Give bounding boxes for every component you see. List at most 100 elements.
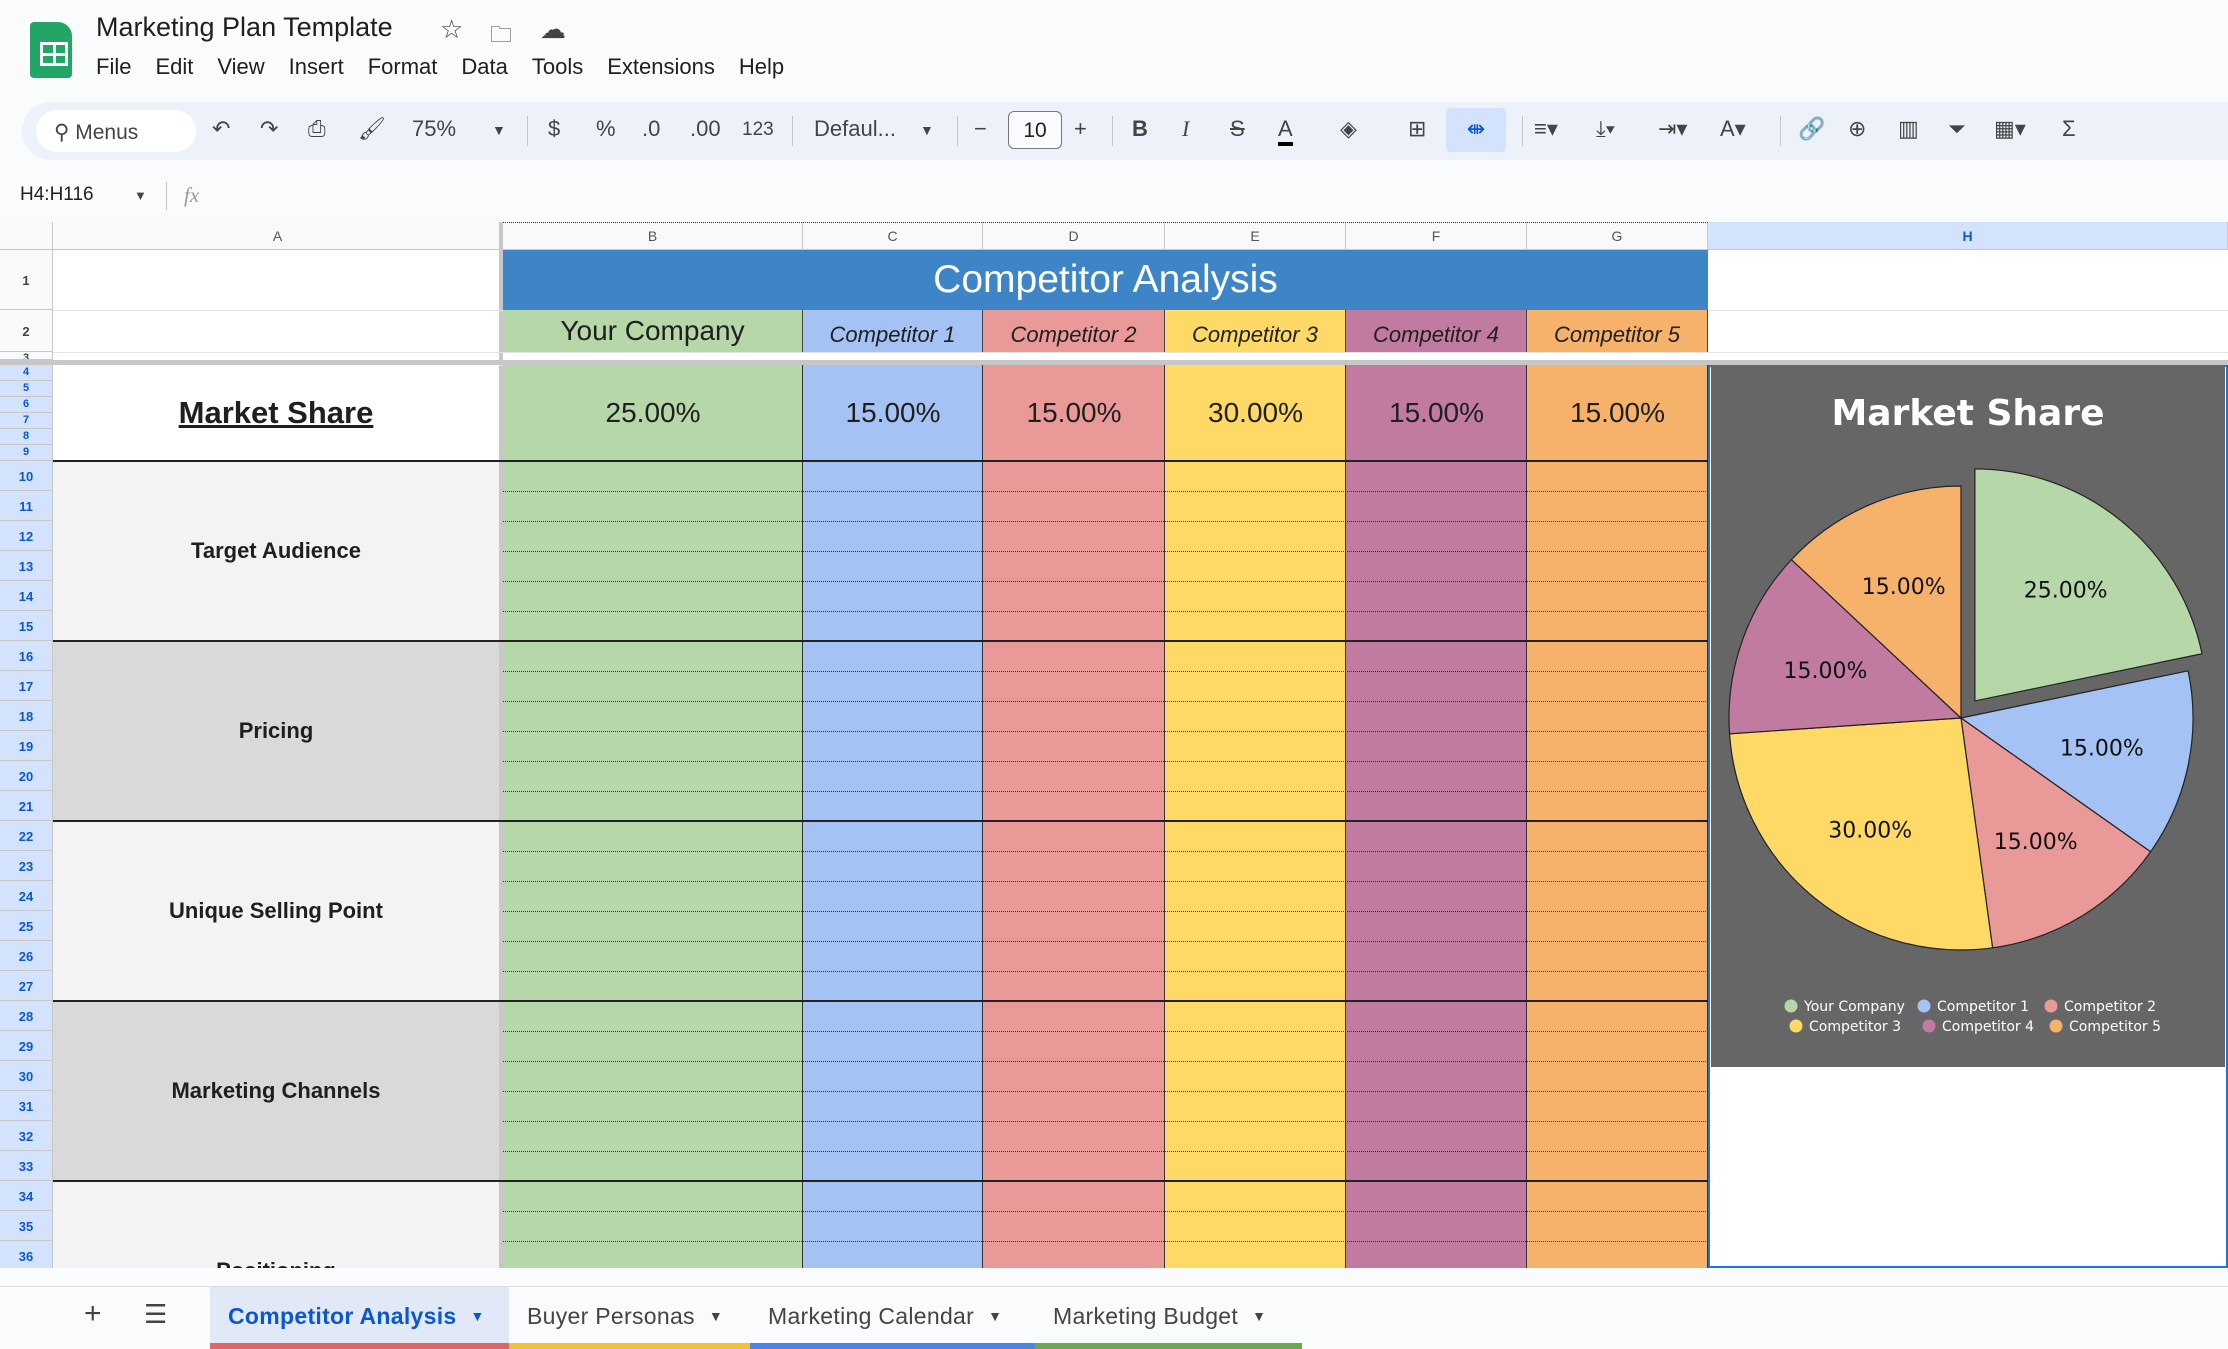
sheet-tab-marketing-budget[interactable]: Marketing Budget ▼ [1035, 1287, 1302, 1349]
name-box[interactable]: H4:H116 [20, 184, 94, 206]
insert-link-icon[interactable]: 🔗 [1798, 116, 1825, 146]
search-menus-button[interactable]: ⚲ Menus [36, 110, 196, 152]
font-size-input[interactable]: 10 [1008, 111, 1062, 149]
menu-file[interactable]: File [96, 54, 143, 80]
menu-edit[interactable]: Edit [155, 54, 205, 80]
column-header-f[interactable]: F [1346, 222, 1527, 250]
menu-help[interactable]: Help [739, 54, 796, 80]
menu-extensions[interactable]: Extensions [607, 54, 727, 80]
move-folder-icon[interactable]: 🗀 [490, 18, 512, 56]
number-format-button[interactable]: 123 [742, 119, 774, 149]
row-header-18[interactable]: 18 [0, 701, 53, 731]
row-header-21[interactable]: 21 [0, 791, 53, 821]
document-title[interactable]: Marketing Plan Template [96, 12, 393, 43]
legend-label[interactable]: Competitor 2 [2064, 999, 2156, 1015]
menu-insert[interactable]: Insert [289, 54, 356, 80]
legend-label[interactable]: Competitor 5 [2069, 1019, 2161, 1035]
company-name-cell[interactable]: Competitor 3 [1165, 310, 1346, 352]
filter-icon[interactable]: ⏷ [1948, 116, 1966, 146]
section-label-marketing-channels[interactable]: Marketing Channels [53, 1001, 499, 1181]
market-share-value[interactable]: 15.00% [1346, 365, 1527, 461]
row-header-11[interactable]: 11 [0, 491, 53, 521]
market-share-value[interactable]: 25.00% [503, 365, 803, 461]
market-share-value[interactable]: 15.00% [803, 365, 983, 461]
market-share-value[interactable]: 15.00% [1527, 365, 1708, 461]
row-header-15[interactable]: 15 [0, 611, 53, 641]
decrease-font-size-icon[interactable]: − [974, 116, 987, 146]
market-share-value[interactable]: 30.00% [1165, 365, 1346, 461]
merge-cells-icon[interactable]: ⇼ [1446, 108, 1506, 152]
insert-comment-icon[interactable]: ⊕ [1848, 116, 1866, 146]
row-header-30[interactable]: 30 [0, 1061, 53, 1091]
select-all-corner[interactable] [0, 222, 53, 250]
row-header-8[interactable]: 8 [0, 429, 53, 445]
sheet-tab-marketing-calendar[interactable]: Marketing Calendar ▼ [750, 1287, 1035, 1349]
legend-label[interactable]: Your Company [1803, 999, 1905, 1015]
italic-icon[interactable]: I [1182, 116, 1189, 146]
section-label-pricing[interactable]: Pricing [53, 641, 499, 821]
row-header-32[interactable]: 32 [0, 1121, 53, 1151]
row-header-26[interactable]: 26 [0, 941, 53, 971]
row-header-5[interactable]: 5 [0, 381, 53, 397]
market-share-chart[interactable]: Market Share 25.00% 15.00% 15.00% 30.00% 15.0… [1711, 365, 2225, 1067]
horizontal-align-icon[interactable]: ≡▾ [1534, 116, 1558, 146]
insert-chart-icon[interactable]: ▥ [1898, 116, 1919, 146]
fill-color-icon[interactable]: ◈ [1340, 116, 1357, 146]
row-header-1[interactable]: 1 [0, 250, 53, 310]
column-header-h[interactable]: H [1708, 222, 2228, 250]
column-header-b[interactable]: B [503, 222, 803, 250]
sheet-tab-dropdown-icon[interactable]: ▼ [709, 1308, 723, 1324]
increase-decimal-button[interactable]: .00 [690, 116, 721, 146]
sheet-title-cell[interactable]: Competitor Analysis [503, 250, 1708, 310]
text-color-icon[interactable]: A [1278, 116, 1293, 146]
row-header-33[interactable]: 33 [0, 1151, 53, 1181]
company-name-cell[interactable]: Competitor 4 [1346, 310, 1527, 352]
bold-icon[interactable]: B [1132, 116, 1148, 146]
column-header-d[interactable]: D [983, 222, 1165, 250]
row-header-10[interactable]: 10 [0, 461, 53, 491]
row-header-22[interactable]: 22 [0, 821, 53, 851]
functions-icon[interactable]: Σ [2062, 116, 2076, 146]
legend-label[interactable]: Competitor 4 [1942, 1019, 2034, 1035]
row-header-28[interactable]: 28 [0, 1001, 53, 1031]
column-header-e[interactable]: E [1165, 222, 1346, 250]
borders-icon[interactable]: ⊞ [1408, 116, 1426, 146]
undo-icon[interactable]: ↶ [212, 116, 230, 146]
star-icon[interactable]: ☆ [440, 14, 463, 45]
vertical-align-icon[interactable]: ⤓▾ [1596, 116, 1615, 146]
row-header-27[interactable]: 27 [0, 971, 53, 1001]
row-header-29[interactable]: 29 [0, 1031, 53, 1061]
column-header-a[interactable]: A [53, 222, 503, 250]
print-icon[interactable]: ⎙ [308, 116, 326, 146]
company-name-cell[interactable]: Your Company [503, 310, 803, 352]
row-header-3[interactable]: 3 [0, 352, 53, 360]
column-header-c[interactable]: C [803, 222, 983, 250]
company-name-cell[interactable]: Competitor 2 [983, 310, 1165, 352]
formula-input[interactable] [220, 178, 2220, 214]
row-header-4[interactable]: 4 [0, 365, 53, 381]
section-label-positioning[interactable]: Positioning [53, 1181, 499, 1268]
row-header-23[interactable]: 23 [0, 851, 53, 881]
row-header-17[interactable]: 17 [0, 671, 53, 701]
filter-views-icon[interactable]: ▦▾ [1994, 116, 2026, 146]
row-header-36[interactable]: 36 [0, 1241, 53, 1268]
row-header-6[interactable]: 6 [0, 397, 53, 413]
decrease-decimal-button[interactable]: .0 [642, 116, 660, 146]
sheets-logo[interactable] [30, 22, 72, 78]
sheet-tab-dropdown-icon[interactable]: ▼ [471, 1308, 485, 1324]
text-rotation-icon[interactable]: A▾ [1720, 116, 1746, 146]
row-header-12[interactable]: 12 [0, 521, 53, 551]
strikethrough-icon[interactable]: S [1230, 116, 1245, 146]
font-select[interactable]: Defaul... [814, 116, 896, 146]
row-header-16[interactable]: 16 [0, 641, 53, 671]
zoom-dropdown-icon[interactable]: ▼ [492, 122, 506, 152]
cloud-status-icon[interactable]: ☁ [540, 14, 566, 45]
add-sheet-icon[interactable]: + [84, 1297, 102, 1331]
menu-view[interactable]: View [217, 54, 276, 80]
row-header-19[interactable]: 19 [0, 731, 53, 761]
percent-format-button[interactable]: % [596, 116, 616, 146]
row-header-20[interactable]: 20 [0, 761, 53, 791]
font-dropdown-icon[interactable]: ▼ [920, 122, 934, 152]
market-share-value[interactable]: 15.00% [983, 365, 1165, 461]
row-header-24[interactable]: 24 [0, 881, 53, 911]
